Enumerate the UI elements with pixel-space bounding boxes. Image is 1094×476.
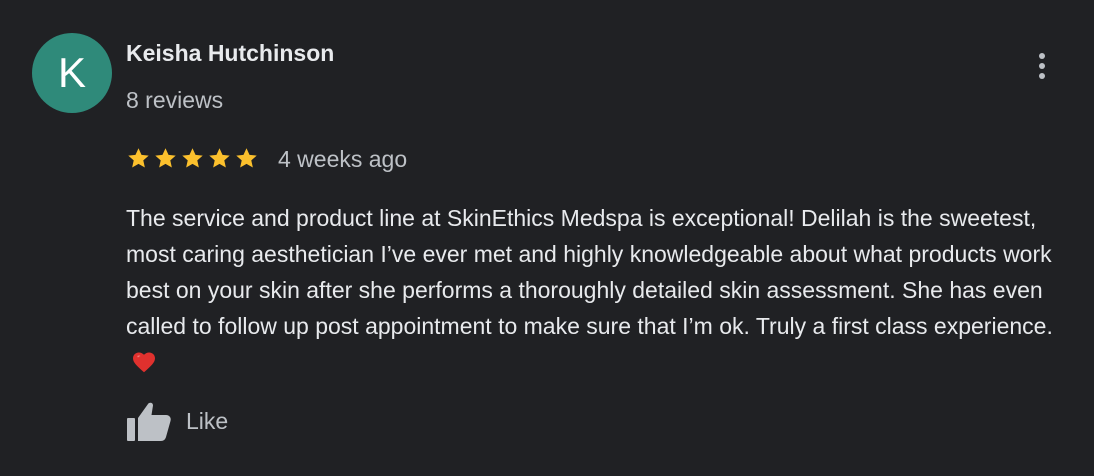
star-icon [128,148,149,168]
review-text-block: The service and product line at SkinEthi… [126,200,1081,380]
heart-emoji [133,352,155,373]
review-text: The service and product line at SkinEthi… [126,205,1053,339]
author-name[interactable]: Keisha Hutchinson [126,40,334,67]
star-icon [155,148,176,168]
more-vert-icon[interactable] [1028,48,1056,84]
star-icon [182,148,203,168]
review-time: 4 weeks ago [278,146,408,172]
star-icon [236,148,257,168]
like-label: Like [186,407,229,434]
star-icon [209,148,230,168]
like-button[interactable]: Like [126,400,228,442]
thumbs-up-icon [127,402,171,441]
star-rating [126,146,259,171]
avatar[interactable]: K [32,33,112,113]
avatar-letter: K [57,49,86,96]
author-review-count[interactable]: 8 reviews [126,87,223,114]
